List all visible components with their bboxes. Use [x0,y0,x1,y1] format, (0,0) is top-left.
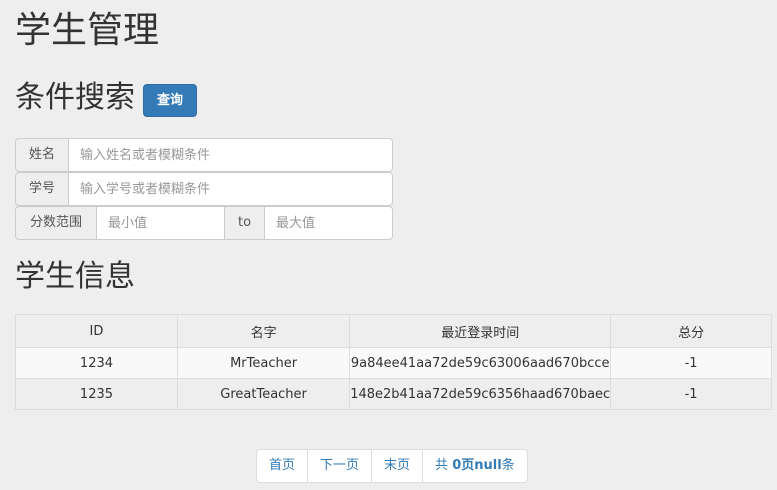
column-header-total-score: 总分 [610,314,772,348]
query-button[interactable]: 查询 [143,84,197,117]
student-id-input-group: 学号 [15,172,393,206]
page-total-count: 0页null [452,458,502,473]
cell-id: 1235 [15,378,178,410]
cell-last-login: 9a84ee41aa72de59c63006aad670bcce [349,347,612,379]
max-score-input[interactable] [265,206,393,240]
student-id-input[interactable] [69,172,393,206]
cell-id: 1234 [15,347,178,379]
score-range-label: 分数范围 [15,206,97,240]
student-info-title: 学生信息 [15,259,135,294]
table-row: 1235 GreatTeacher 148e2b41aa72de59c6356h… [15,378,772,410]
range-separator: to [225,206,265,240]
name-input[interactable] [69,138,393,172]
next-page-link[interactable]: 下一页 [307,449,373,483]
first-page-link[interactable]: 首页 [256,449,309,483]
cell-total-score: -1 [610,347,772,379]
cell-name: GreatTeacher [176,378,351,410]
search-section-title: 条件搜索 [15,80,135,115]
last-page-link[interactable]: 末页 [371,449,424,483]
page-total-info[interactable]: 共 0页null条 [422,449,528,483]
table-row: 1234 MrTeacher 9a84ee41aa72de59c63006aad… [15,347,772,379]
cell-last-login: 148e2b41aa72de59c6356haad670baec [349,378,612,410]
student-id-label: 学号 [15,172,69,206]
search-form: 姓名 学号 分数范围 to [15,138,393,240]
page: 学生管理 条件搜索 查询 姓名 学号 分数范围 to 学生信息 ID [0,0,777,490]
min-score-input[interactable] [97,206,225,240]
column-header-id: ID [15,314,178,348]
cell-name: MrTeacher [176,347,351,379]
score-range-input-group: 分数范围 to [15,206,393,240]
name-label: 姓名 [15,138,69,172]
column-header-name: 名字 [176,314,351,348]
student-table: ID 名字 最近登录时间 总分 1234 MrTeacher 9a84ee41a… [15,314,772,410]
page-title: 学生管理 [15,10,160,51]
column-header-last-login: 最近登录时间 [349,314,612,348]
cell-total-score: -1 [610,378,772,410]
table-header-row: ID 名字 最近登录时间 总分 [15,314,772,348]
name-input-group: 姓名 [15,138,393,172]
pagination: 首页 下一页 末页 共 0页null条 [256,449,528,483]
page-total-prefix: 共 [435,458,453,473]
page-total-suffix: 条 [501,458,515,473]
